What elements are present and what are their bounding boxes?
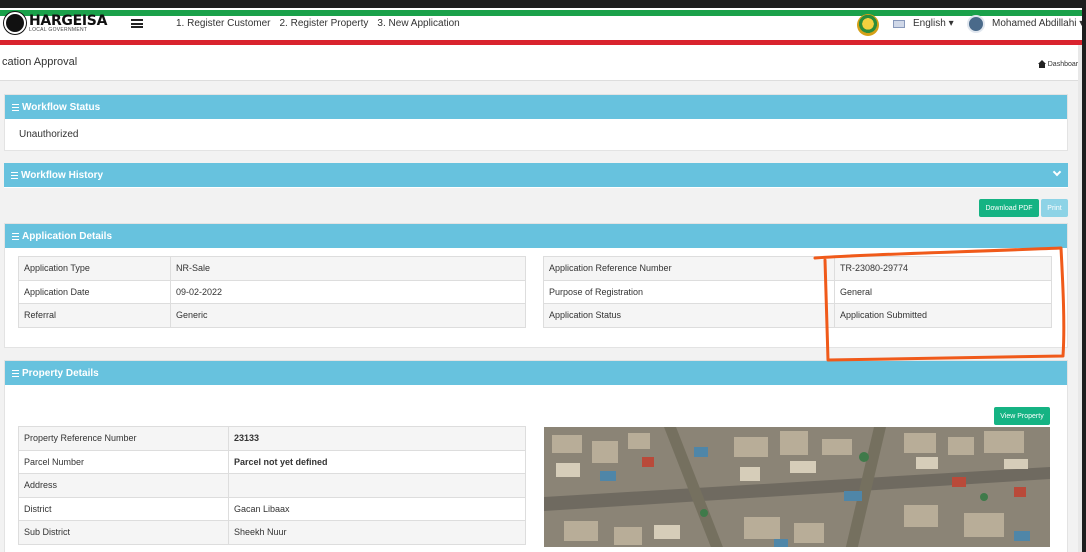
property-value [228, 473, 526, 498]
main-nav: 1. Register Customer 2. Register Propert… [176, 18, 460, 29]
menu-toggle-icon[interactable] [131, 19, 143, 28]
detail-value: TR-23080-29774 [834, 256, 1052, 281]
property-label: District [18, 496, 229, 521]
page-title: cation Approval [2, 56, 78, 68]
user-avatar[interactable] [967, 15, 985, 33]
property-value: Gacan Libaax [228, 496, 526, 521]
table-row: Parcel Number Parcel not yet defined [18, 449, 526, 474]
detail-value: Generic [170, 303, 526, 328]
workflow-status-title: Workflow Status [22, 101, 101, 113]
nav-register-customer[interactable]: 1. Register Customer [176, 18, 270, 29]
detail-value: Application Submitted [834, 303, 1052, 328]
detail-label: Application Reference Number [543, 256, 835, 281]
detail-label: Application Status [543, 303, 835, 328]
download-pdf-button[interactable]: Download PDF [979, 199, 1039, 217]
table-row: Application Type NR-Sale [18, 256, 526, 281]
chevron-down-icon[interactable] [1052, 167, 1062, 177]
table-row: Referral Generic [18, 303, 526, 328]
property-label: Address [18, 473, 229, 498]
detail-value: 09-02-2022 [170, 279, 526, 304]
property-label: Sub District [18, 520, 229, 545]
workflow-status-panel: Workflow Status Unauthorized [4, 94, 1068, 151]
application-details-header: Application Details [5, 224, 1067, 248]
logo-emblem-icon [4, 12, 26, 34]
list-icon [11, 171, 18, 179]
breadcrumb-dashboard[interactable]: Dashboard [1048, 61, 1082, 68]
table-row: District Gacan Libaax [18, 496, 526, 521]
brand-text: HARGEISA LOCAL GOVERNMENT [29, 14, 107, 33]
property-details-title: Property Details [22, 367, 99, 379]
aerial-map-texture [544, 427, 1050, 547]
workflow-status-header: Workflow Status [5, 95, 1067, 119]
property-details-table: Property Reference Number 23133 Parcel N… [18, 426, 526, 545]
table-row: Property Reference Number 23133 [18, 426, 526, 451]
list-icon [12, 232, 19, 240]
workflow-status-value: Unauthorized [19, 129, 79, 140]
property-value: Parcel not yet defined [228, 449, 526, 474]
detail-label: Application Date [18, 279, 171, 304]
detail-label: Application Type [18, 256, 171, 281]
brand-logo[interactable]: HARGEISA LOCAL GOVERNMENT [4, 12, 107, 34]
property-value: 23133 [228, 426, 526, 451]
application-details-title: Application Details [22, 230, 113, 242]
app-window: HARGEISA LOCAL GOVERNMENT 1. Register Cu… [0, 8, 1082, 552]
property-aerial-image [544, 427, 1050, 547]
table-row: Address [18, 473, 526, 498]
brand-title: HARGEISA [29, 12, 108, 29]
table-row: Sub District Sheekh Nuur [18, 520, 526, 545]
national-emblem-icon [857, 14, 879, 36]
detail-label: Purpose of Registration [543, 279, 835, 304]
language-selector[interactable]: English ▾ [913, 18, 954, 29]
property-value: Sheekh Nuur [228, 520, 526, 545]
language-label: English [913, 18, 946, 29]
application-details-left-table: Application Type NR-Sale Application Dat… [18, 256, 526, 328]
list-icon [12, 103, 19, 111]
page-header: cation Approval Dashboard [0, 45, 1082, 81]
table-row: Application Reference Number TR-23080-29… [543, 256, 1052, 281]
home-icon [1037, 60, 1046, 68]
workflow-history-header[interactable]: Workflow History [4, 163, 1068, 187]
table-row: Application Status Application Submitted [543, 303, 1052, 328]
application-details-right-table: Application Reference Number TR-23080-29… [543, 256, 1052, 328]
detail-label: Referral [18, 303, 171, 328]
page-scrollbar[interactable] [1078, 45, 1082, 552]
detail-value: General [834, 279, 1052, 304]
table-row: Application Date 09-02-2022 [18, 279, 526, 304]
nav-register-property[interactable]: 2. Register Property [279, 18, 368, 29]
breadcrumb[interactable]: Dashboard [1037, 60, 1082, 68]
print-button[interactable]: Print [1041, 199, 1068, 217]
list-icon [12, 369, 19, 377]
view-property-button[interactable]: View Property [994, 407, 1050, 425]
user-name: Mohamed Abdillahi [992, 18, 1077, 29]
table-row: Purpose of Registration General [543, 279, 1052, 304]
detail-value: NR-Sale [170, 256, 526, 281]
user-menu[interactable]: Mohamed Abdillahi ▾ [992, 18, 1082, 29]
property-details-header: Property Details [5, 361, 1067, 385]
uk-flag-icon [893, 20, 905, 28]
workflow-history-panel: Workflow History [4, 163, 1068, 188]
nav-new-application[interactable]: 3. New Application [377, 18, 459, 29]
property-label: Property Reference Number [18, 426, 229, 451]
property-label: Parcel Number [18, 449, 229, 474]
workflow-history-title: Workflow History [21, 169, 104, 181]
